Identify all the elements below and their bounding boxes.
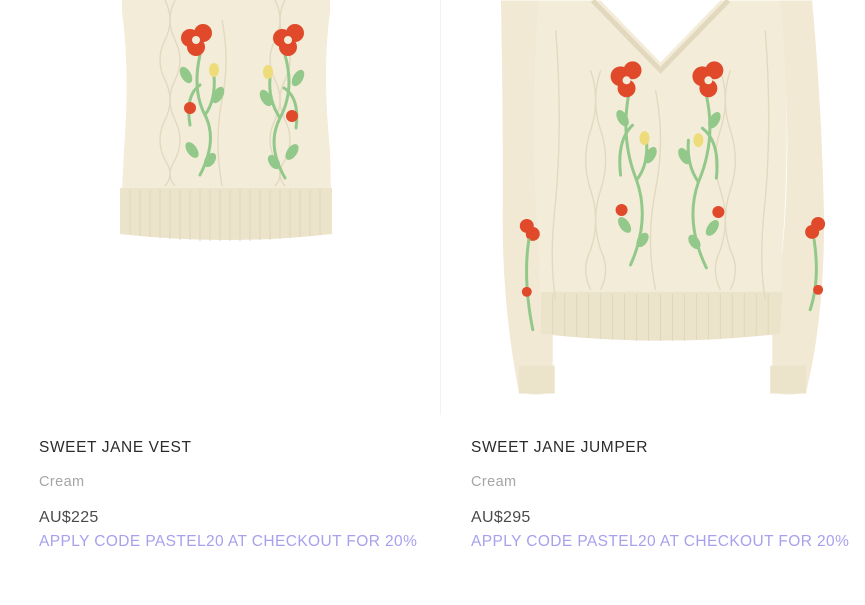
product-color: Cream: [471, 474, 517, 490]
vest-illustration: [120, 0, 332, 241]
product-image-vest[interactable]: [0, 0, 432, 415]
promo-text: APPLY CODE PASTEL20 AT CHECKOUT FOR 20%: [39, 533, 418, 550]
product-price: AU$225: [39, 509, 99, 526]
product-price: AU$295: [471, 509, 531, 526]
product-image-jumper[interactable]: [440, 0, 865, 415]
product-name[interactable]: SWEET JANE VEST: [39, 438, 419, 458]
product-grid: SWEET JANE VEST Cream AU$225 APPLY CODE …: [0, 0, 865, 605]
product-card-vest[interactable]: SWEET JANE VEST Cream AU$225 APPLY CODE …: [0, 0, 432, 605]
product-name[interactable]: SWEET JANE JUMPER: [471, 438, 861, 458]
product-card-jumper[interactable]: SWEET JANE JUMPER Cream AU$295 APPLY COD…: [440, 0, 865, 605]
product-info-vest: SWEET JANE VEST Cream AU$225 APPLY CODE …: [39, 438, 419, 551]
product-info-jumper: SWEET JANE JUMPER Cream AU$295 APPLY COD…: [471, 438, 861, 551]
promo-text: APPLY CODE PASTEL20 AT CHECKOUT FOR 20%: [471, 533, 850, 550]
jumper-illustration: [500, 0, 826, 395]
product-color: Cream: [39, 474, 85, 490]
